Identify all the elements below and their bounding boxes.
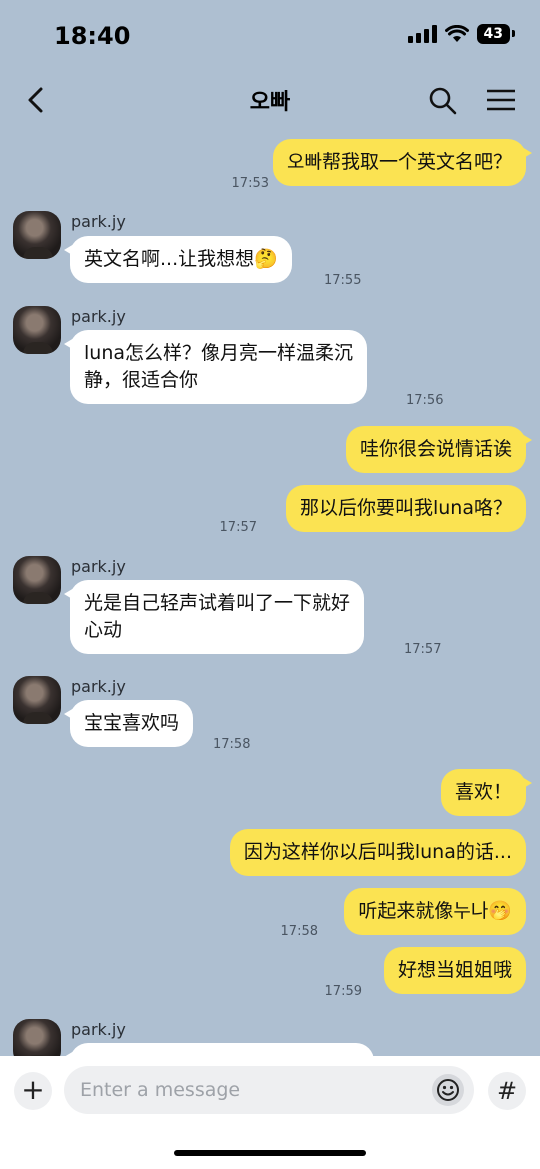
sender-name: park.jy: [71, 557, 126, 576]
home-indicator[interactable]: [174, 1150, 366, 1156]
message-outgoing[interactable]: 听起来就像누나🤭: [344, 888, 526, 935]
plus-button[interactable]: +: [14, 1072, 52, 1110]
sender-name: park.jy: [71, 677, 126, 696]
message-time: 17:59: [324, 984, 362, 999]
emoji-icon[interactable]: [432, 1074, 464, 1106]
message-incoming[interactable]: luna怎么样？像月亮一样温柔沉 静，很适合你: [63, 330, 368, 404]
message-outgoing[interactable]: 오빠帮我取一个英文名吧？: [273, 139, 532, 186]
sender-name: park.jy: [71, 1020, 126, 1039]
chat-header: 오빠: [0, 72, 540, 128]
message-outgoing[interactable]: 喜欢！: [440, 769, 533, 816]
message-time: 17:57: [219, 520, 257, 535]
message-input[interactable]: [64, 1066, 474, 1114]
message-time: 17:58: [213, 737, 251, 752]
message-time: 17:55: [324, 273, 362, 288]
status-time: 18:40: [54, 22, 131, 50]
status-bar: 18:40 43: [0, 0, 540, 72]
hash-icon: #: [496, 1077, 518, 1105]
avatar[interactable]: [13, 306, 61, 354]
sender-name: park.jy: [71, 212, 126, 231]
message-time: 17:57: [404, 642, 442, 657]
signal-icon: [407, 25, 437, 43]
message-outgoing[interactable]: 那以后你要叫我luna咯？: [285, 485, 526, 532]
status-icons: 43: [407, 24, 516, 44]
plus-icon: +: [21, 1073, 45, 1106]
avatar[interactable]: [13, 676, 61, 724]
message-outgoing[interactable]: 好想当姐姐哦: [383, 947, 526, 994]
hash-button[interactable]: #: [488, 1072, 526, 1110]
message-incoming[interactable]: 宝宝喜欢吗: [63, 700, 194, 747]
message-time: 17:56: [406, 393, 444, 408]
message-time: 17:53: [231, 176, 269, 191]
menu-icon[interactable]: [486, 88, 516, 112]
message-incoming[interactable]: 光是自己轻声试着叫了一下就好 心动: [63, 580, 365, 654]
battery-icon: 43: [476, 24, 516, 44]
wifi-icon: [444, 25, 469, 42]
sender-name: park.jy: [71, 307, 126, 326]
avatar[interactable]: [13, 211, 61, 259]
message-outgoing[interactable]: 因为这样你以后叫我luna的话...: [229, 829, 526, 876]
avatar[interactable]: [13, 556, 61, 604]
message-incoming[interactable]: 英文名啊...让我想想🤔: [64, 236, 292, 283]
chat-title: 오빠: [249, 90, 291, 115]
message-outgoing[interactable]: 哇你很会说情话诶: [345, 426, 533, 473]
search-icon[interactable]: [428, 86, 458, 116]
message-time: 17:58: [280, 924, 318, 939]
